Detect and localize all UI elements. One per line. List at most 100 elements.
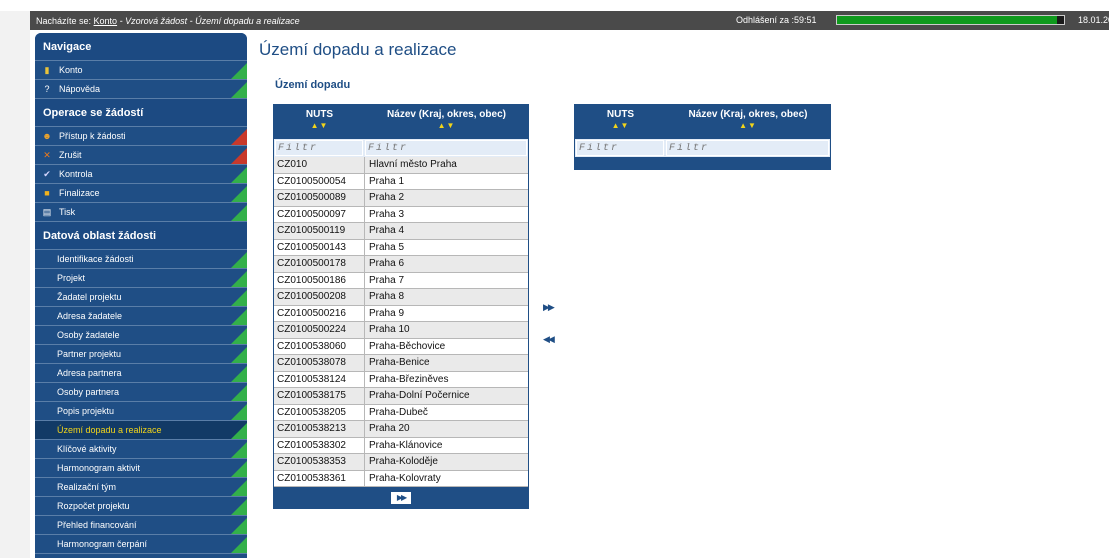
- filter-input-nuts[interactable]: [576, 140, 664, 156]
- table-row[interactable]: CZ0100538353 Praha-Koloděje: [274, 454, 528, 471]
- corner-status-indicator: [231, 129, 247, 145]
- table-row[interactable]: CZ0100500089 Praha 2: [274, 190, 528, 207]
- add-selected-button[interactable]: ▶▶: [543, 302, 555, 313]
- sidebar-item-label: Přehled financování: [57, 520, 137, 530]
- table-row[interactable]: CZ0100500054 Praha 1: [274, 173, 528, 190]
- region-name-cell: Praha 8: [369, 291, 405, 302]
- sidebar-header-navigace: Navigace: [35, 33, 247, 61]
- nuts-code-cell: CZ0100538060: [274, 338, 365, 354]
- region-name-cell: Praha-Benice: [369, 357, 430, 368]
- breadcrumb-rest: - Vzorová žádost - Území dopadu a realiz…: [119, 15, 300, 26]
- remove-selected-button[interactable]: ◀◀: [543, 334, 555, 345]
- table-row[interactable]: CZ0100538361 Praha-Kolovraty: [274, 470, 528, 487]
- sidebar-item-tisk[interactable]: ▤ Tisk: [35, 203, 247, 222]
- filter-row: [575, 139, 830, 157]
- sidebar-item-partner-projektu[interactable]: Partner projektu: [35, 345, 247, 364]
- region-name-cell: Praha-Dolní Počernice: [369, 390, 470, 401]
- table-row[interactable]: CZ0100500186 Praha 7: [274, 272, 528, 289]
- sidebar-item-adresa-žadatele[interactable]: Adresa žadatele: [35, 307, 247, 326]
- corner-status-indicator: [231, 205, 247, 221]
- column-header-nuts[interactable]: NUTS ▲▼: [575, 105, 666, 139]
- nuts-code-cell: CZ0100500186: [274, 272, 365, 288]
- table-row[interactable]: CZ0100500216 Praha 9: [274, 305, 528, 322]
- sidebar-item-adresa-partnera[interactable]: Adresa partnera: [35, 364, 247, 383]
- corner-status-indicator: [231, 442, 247, 458]
- filter-input-nazev[interactable]: [666, 140, 829, 156]
- column-header-nuts[interactable]: NUTS ▲▼: [274, 105, 365, 139]
- sidebar-item-území-dopadu-a-realizace[interactable]: Území dopadu a realizace: [35, 421, 247, 440]
- sidebar-item-finalizace[interactable]: ■ Finalizace: [35, 184, 247, 203]
- table-row[interactable]: CZ0100538175 Praha-Dolní Počernice: [274, 388, 528, 405]
- sidebar-item-přístup-k-žádosti[interactable]: ☻ Přístup k žádosti: [35, 127, 247, 146]
- sidebar-header-operace: Operace se žádostí: [35, 99, 247, 127]
- corner-status-indicator: [231, 148, 247, 164]
- table-row[interactable]: CZ0100538060 Praha-Běchovice: [274, 338, 528, 355]
- left-shadow-strip: [0, 11, 30, 558]
- table-row[interactable]: CZ0100538302 Praha-Klánovice: [274, 437, 528, 454]
- filter-input-nazev[interactable]: [365, 140, 527, 156]
- sort-arrows-icon[interactable]: ▲▼: [274, 121, 365, 130]
- table-row[interactable]: CZ0100500119 Praha 4: [274, 223, 528, 240]
- region-name-cell: Praha 1: [369, 175, 405, 187]
- table-row[interactable]: CZ0100500143 Praha 5: [274, 239, 528, 256]
- corner-status-indicator: [231, 404, 247, 420]
- sidebar-item-harmonogram-čerpání[interactable]: Harmonogram čerpání: [35, 535, 247, 554]
- add-all-button[interactable]: ▶▶: [390, 490, 412, 505]
- sidebar-item-rozpočet-projektu[interactable]: Rozpočet projektu: [35, 497, 247, 516]
- column-header-nazev[interactable]: Název (Kraj, okres, obec) ▲▼: [666, 105, 830, 139]
- sidebar-item-přehled-financování[interactable]: Přehled financování: [35, 516, 247, 535]
- corner-status-indicator: [231, 537, 247, 553]
- sidebar-item-konto[interactable]: ▮ Konto: [35, 61, 247, 80]
- sidebar-item-osoby-žadatele[interactable]: Osoby žadatele: [35, 326, 247, 345]
- table-row[interactable]: CZ0100538078 Praha-Benice: [274, 355, 528, 372]
- sidebar-item-žadatel-projektu[interactable]: Žadatel projektu: [35, 288, 247, 307]
- nuts-code-cell: CZ0100500119: [274, 223, 365, 239]
- table-row[interactable]: CZ0100538124 Praha-Březiněves: [274, 371, 528, 388]
- sidebar-item-label: Identifikace žádosti: [57, 254, 134, 264]
- sidebar-item-kontrola[interactable]: ✔ Kontrola: [35, 165, 247, 184]
- session-timer-fill: [837, 16, 1058, 24]
- nuts-code-cell: CZ0100538361: [274, 470, 365, 486]
- book-icon: ▮: [44, 64, 50, 75]
- table-row[interactable]: CZ010 Hlavní město Praha: [274, 157, 528, 174]
- sidebar-item-projekt[interactable]: Projekt: [35, 269, 247, 288]
- sidebar-item-label: Realizační tým: [57, 482, 117, 492]
- sidebar-item-label: Žadatel projektu: [57, 292, 122, 302]
- nuts-code-cell: CZ0100500089: [274, 190, 365, 206]
- sort-arrows-icon[interactable]: ▲▼: [575, 121, 666, 130]
- nuts-code-cell: CZ0100538302: [274, 437, 365, 453]
- filter-input-nuts[interactable]: [275, 140, 363, 156]
- table-row[interactable]: CZ0100500224 Praha 10: [274, 322, 528, 339]
- nuts-code-cell: CZ0100500097: [274, 206, 365, 222]
- corner-status-indicator: [231, 347, 247, 363]
- table-row[interactable]: CZ0100500208 Praha 8: [274, 289, 528, 306]
- region-name-cell: Praha-Koloděje: [369, 456, 438, 467]
- region-name-cell: Praha-Kolovraty: [369, 472, 441, 484]
- breadcrumb-link-konto[interactable]: Konto: [94, 16, 118, 26]
- nuts-code-cell: CZ0100538205: [274, 404, 365, 420]
- corner-status-indicator: [231, 423, 247, 439]
- sidebar-item-klíčové-aktivity[interactable]: Klíčové aktivity: [35, 440, 247, 459]
- sidebar-item-zrušit[interactable]: ✕ Zrušit: [35, 146, 247, 165]
- sidebar-item-harmonogram-aktivit[interactable]: Harmonogram aktivit: [35, 459, 247, 478]
- nuts-code-cell: CZ0100500143: [274, 239, 365, 255]
- sidebar-item-popis-projektu[interactable]: Popis projektu: [35, 402, 247, 421]
- table-row[interactable]: CZ0100538213 Praha 20: [274, 421, 528, 438]
- sidebar-item-label: Finalizace: [59, 188, 100, 198]
- column-header-label: NUTS: [305, 109, 334, 120]
- region-name-cell: Praha 20: [369, 423, 410, 434]
- sort-arrows-icon[interactable]: ▲▼: [365, 121, 528, 130]
- table-footer: ▶▶: [274, 487, 528, 508]
- sidebar-item-realizační-tým[interactable]: Realizační tým: [35, 478, 247, 497]
- sort-arrows-icon[interactable]: ▲▼: [666, 121, 830, 130]
- sidebar-item-osoby-partnera[interactable]: Osoby partnera: [35, 383, 247, 402]
- sidebar-item-nápověda[interactable]: ? Nápověda: [35, 80, 247, 99]
- sidebar-item-label: Projekt: [57, 273, 86, 283]
- nuts-code-cell: CZ010: [274, 157, 365, 173]
- sidebar-item-identifikace-žádosti[interactable]: Identifikace žádosti: [35, 250, 247, 269]
- corner-status-indicator: [231, 82, 247, 98]
- table-row[interactable]: CZ0100500097 Praha 3: [274, 206, 528, 223]
- table-row[interactable]: CZ0100500178 Praha 6: [274, 256, 528, 273]
- table-row[interactable]: CZ0100538205 Praha-Dubeč: [274, 404, 528, 421]
- column-header-nazev[interactable]: Název (Kraj, okres, obec) ▲▼: [365, 105, 528, 139]
